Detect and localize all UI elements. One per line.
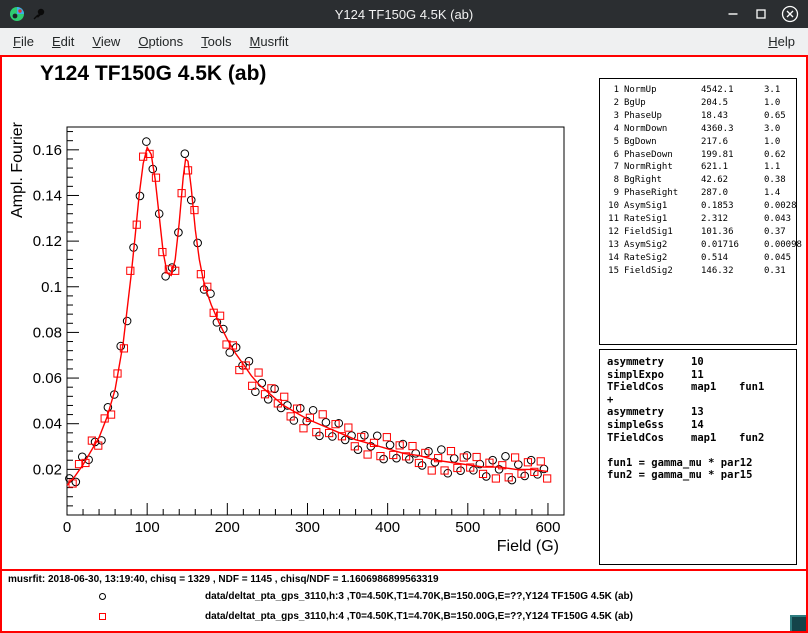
fit-line — [67, 148, 548, 486]
legend-item: data/deltat_pta_gps_3110,h:4 ,T0=4.50K,T… — [2, 610, 806, 624]
svg-text:0.1: 0.1 — [41, 279, 62, 296]
y-axis: 0.02 0.04 0.06 0.08 0.1 0.12 0.14 0.16 — [33, 132, 79, 506]
svg-text:0.02: 0.02 — [33, 461, 62, 478]
legend-item: data/deltat_pta_gps_3110,h:3 ,T0=4.50K,T… — [2, 590, 806, 604]
svg-text:0.06: 0.06 — [33, 370, 62, 387]
param-row: 6PhaseDown199.810.62 — [605, 149, 794, 162]
app-icon — [9, 6, 25, 22]
svg-text:400: 400 — [375, 519, 400, 536]
menu-item-view[interactable]: View — [83, 29, 129, 54]
menu-item-file[interactable]: File — [4, 29, 43, 54]
param-row: 7NormRight621.11.1 — [605, 161, 794, 174]
minimize-icon[interactable] — [725, 6, 741, 22]
param-row: 2BgUp204.51.0 — [605, 97, 794, 110]
svg-text:200: 200 — [215, 519, 240, 536]
svg-text:0.12: 0.12 — [33, 233, 62, 250]
param-row: 4NormDown4360.33.0 — [605, 123, 794, 136]
titlebar: Y124 TF150G 4.5K (ab) — [0, 0, 808, 28]
x-axis: 0 100 200 300 400 500 600 — [63, 503, 561, 536]
param-row: 15FieldSig2146.320.31 — [605, 265, 794, 278]
theory-line: TFieldCosmap1fun1 — [607, 381, 794, 394]
menu-item-options[interactable]: Options — [129, 29, 192, 54]
maximize-icon[interactable] — [753, 6, 769, 22]
param-row: 8BgRight42.620.38 — [605, 174, 794, 187]
param-row: 10AsymSig10.18530.0028 — [605, 200, 794, 213]
theory-line: fun2 = gamma_mu * par15 — [607, 469, 794, 482]
series-circle-markers — [66, 138, 548, 486]
svg-text:0.14: 0.14 — [33, 187, 62, 204]
theory-line — [607, 444, 794, 457]
legend-label: data/deltat_pta_gps_3110,h:3 ,T0=4.50K,T… — [205, 591, 633, 602]
titlebar-left — [9, 6, 139, 22]
svg-text:0: 0 — [63, 519, 71, 536]
theory-line: simplExpo11 — [607, 369, 794, 382]
legend-marker-open-square — [99, 613, 106, 620]
titlebar-right — [669, 5, 799, 23]
app-window: Y124 TF150G 4.5K (ab) FileEditViewOption… — [0, 0, 808, 633]
theory-line: fun1 = gamma_mu * par12 — [607, 457, 794, 470]
param-row: 9PhaseRight287.01.4 — [605, 187, 794, 200]
param-row: 5BgDown217.61.0 — [605, 136, 794, 149]
theory-line: asymmetry13 — [607, 406, 794, 419]
param-row: 3PhaseUp18.430.65 — [605, 110, 794, 123]
svg-text:0.04: 0.04 — [33, 416, 62, 433]
footer-separator — [2, 569, 806, 571]
fit-stats-line: musrfit: 2018-06-30, 13:19:40, chisq = 1… — [8, 574, 439, 585]
svg-text:0.08: 0.08 — [33, 324, 62, 341]
menu-item-help[interactable]: Help — [759, 29, 804, 54]
menu-right-group: Help — [759, 29, 804, 54]
legend-marker-open-circle — [99, 593, 106, 600]
menu-left-group: FileEditViewOptionsToolsMusrfit — [4, 29, 298, 54]
menu-item-musrfit[interactable]: Musrfit — [241, 29, 298, 54]
param-row: 13AsymSig20.017160.00098 — [605, 239, 794, 252]
svg-text:300: 300 — [295, 519, 320, 536]
plot-area[interactable]: 01002003004005006000.020.040.060.080.10.… — [2, 57, 598, 569]
menu-item-edit[interactable]: Edit — [43, 29, 83, 54]
window-title: Y124 TF150G 4.5K (ab) — [139, 7, 669, 22]
resize-grip[interactable] — [790, 615, 806, 631]
theory-line: TFieldCosmap1fun2 — [607, 432, 794, 445]
theory-line: asymmetry10 — [607, 356, 794, 369]
param-row: 1NormUp4542.13.1 — [605, 84, 794, 97]
y-axis-label: Ampl. Fourier — [9, 121, 26, 218]
pin-icon[interactable] — [32, 7, 46, 21]
theory-line: simpleGss14 — [607, 419, 794, 432]
param-row: 11RateSig12.3120.043 — [605, 213, 794, 226]
svg-text:0.16: 0.16 — [33, 142, 62, 159]
svg-text:100: 100 — [135, 519, 160, 536]
theory-box: asymmetry10simplExpo11TFieldCosmap1fun1+… — [599, 349, 797, 565]
x-axis-label: Field (G) — [497, 538, 559, 555]
legend-label: data/deltat_pta_gps_3110,h:4 ,T0=4.50K,T… — [205, 611, 633, 622]
param-row: 14RateSig20.5140.045 — [605, 252, 794, 265]
menubar: FileEditViewOptionsToolsMusrfit Help — [0, 28, 808, 55]
svg-text:500: 500 — [455, 519, 480, 536]
param-row: 12FieldSig1101.360.37 — [605, 226, 794, 239]
close-icon[interactable] — [781, 5, 799, 23]
svg-text:600: 600 — [535, 519, 560, 536]
theory-line: + — [607, 394, 794, 407]
menu-item-tools[interactable]: Tools — [192, 29, 240, 54]
root-canvas[interactable]: Y124 TF150G 4.5K (ab) 010020030040050060… — [0, 55, 808, 633]
fit-parameter-box: 1NormUp4542.13.12BgUp204.51.03PhaseUp18.… — [599, 78, 797, 345]
plot-frame — [67, 127, 564, 515]
series-square-markers — [69, 150, 551, 487]
